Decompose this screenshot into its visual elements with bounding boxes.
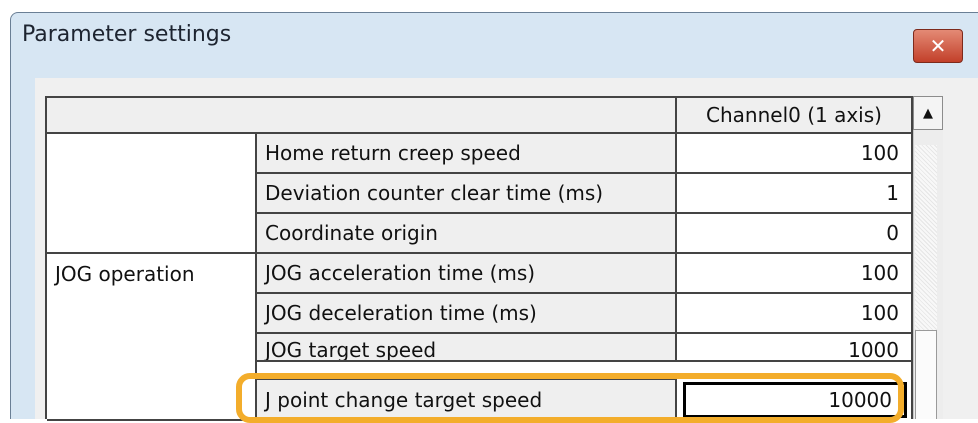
param-label-jog-deceleration-time: JOG deceleration time (ms) (257, 294, 677, 334)
group-cell-home-return (47, 134, 257, 254)
param-label-jog-acceleration-time: JOG acceleration time (ms) (257, 254, 677, 294)
param-label-deviation-counter-clear-time: Deviation counter clear time (ms) (257, 174, 677, 214)
column-header-channel0[interactable]: Channel0 (1 axis) (677, 98, 913, 134)
param-value-deviation-counter-clear-time[interactable]: 1 (677, 174, 913, 214)
up-arrow-icon: ▲ (923, 105, 933, 121)
param-label-j-point-change-target-speed: J point change target speed (257, 378, 677, 421)
param-value-jog-acceleration-time[interactable]: 100 (677, 254, 913, 294)
param-value-jog-target-speed[interactable]: 1000 (677, 334, 913, 362)
param-value-j-point-change-target-speed[interactable]: 10000 (683, 382, 907, 418)
param-value-coordinate-origin[interactable]: 0 (677, 214, 913, 254)
param-label-coordinate-origin: Coordinate origin (257, 214, 677, 254)
param-value-jog-deceleration-time[interactable]: 100 (677, 294, 913, 334)
parameter-grid: Channel0 (1 axis) JOG operation Home ret… (45, 96, 913, 421)
close-button[interactable]: ✕ (913, 29, 963, 63)
param-label-jog-target-speed: JOG target speed (257, 334, 677, 362)
grid-header-corner (47, 98, 677, 134)
param-label-home-return-creep-speed: Home return creep speed (257, 134, 677, 174)
param-value-home-return-creep-speed[interactable]: 100 (677, 134, 913, 174)
dialog-title: Parameter settings (22, 22, 232, 47)
scrollbar-thumb[interactable] (915, 330, 937, 419)
close-icon: ✕ (929, 34, 947, 58)
scroll-up-button[interactable]: ▲ (913, 96, 943, 130)
group-cell-jog-operation: JOG operation (47, 254, 257, 421)
